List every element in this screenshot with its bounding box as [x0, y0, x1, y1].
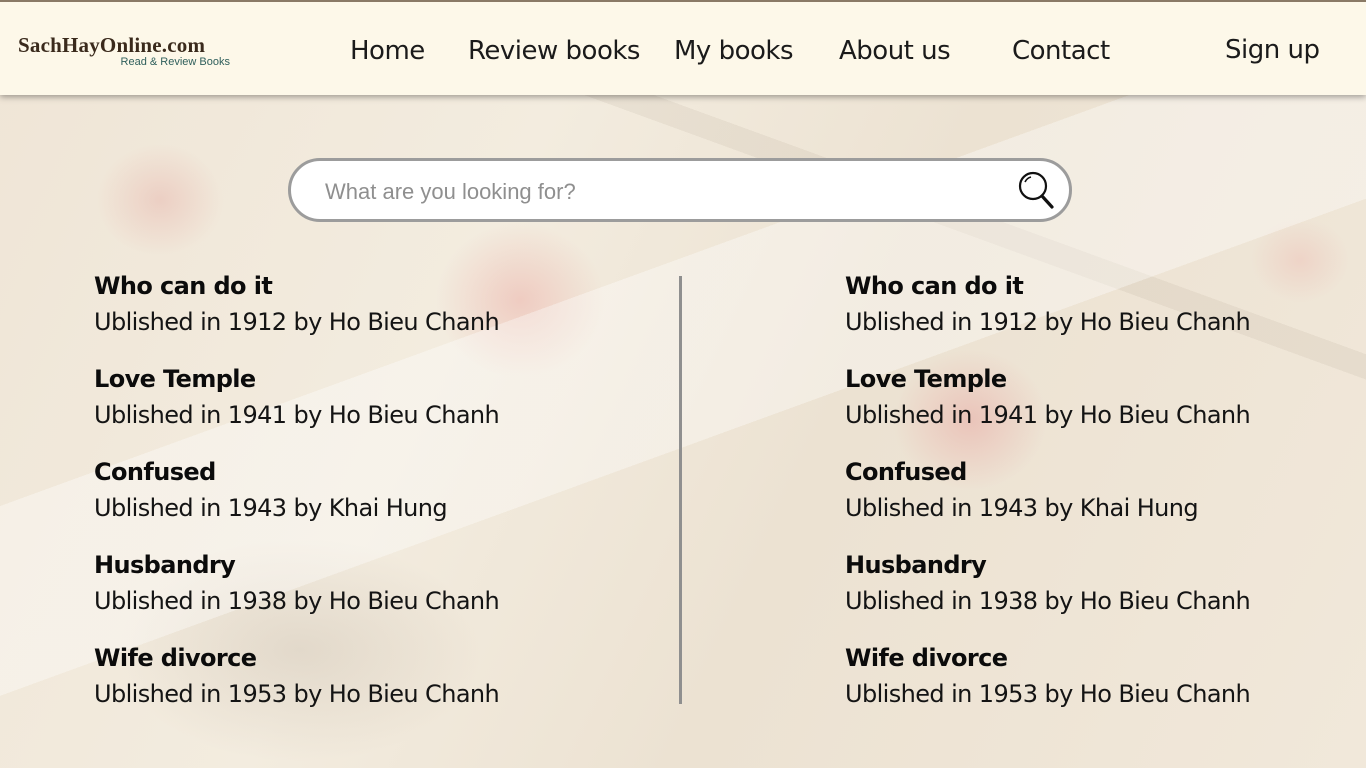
book-meta: Ublished in 1943 by Khai Hung — [94, 494, 448, 522]
book-list-left: Who can do it Ublished in 1912 by Ho Bie… — [94, 268, 614, 733]
book-item[interactable]: Husbandry Ublished in 1938 by Ho Bieu Ch… — [845, 547, 1365, 640]
book-title[interactable]: Who can do it — [94, 268, 614, 304]
book-item[interactable]: Husbandry Ublished in 1938 by Ho Bieu Ch… — [94, 547, 614, 640]
nav-my-books[interactable]: My books — [674, 34, 794, 68]
nav-contact[interactable]: Contact — [1012, 34, 1110, 68]
nav-review-books[interactable]: Review books — [468, 34, 640, 68]
book-item[interactable]: Love Temple Ublished in 1941 by Ho Bieu … — [94, 361, 614, 454]
book-item[interactable]: Confused Ublished in 1943 by Khai Hung — [94, 454, 614, 547]
column-divider — [679, 276, 682, 704]
nav-home[interactable]: Home — [350, 34, 425, 68]
logo-title: SachHayOnline.com — [18, 33, 206, 57]
book-item[interactable]: Love Temple Ublished in 1941 by Ho Bieu … — [845, 361, 1365, 454]
book-meta: Ublished in 1943 by Khai Hung — [845, 494, 1199, 522]
signup-link[interactable]: Sign up — [1225, 33, 1320, 67]
book-item[interactable]: Confused Ublished in 1943 by Khai Hung — [845, 454, 1365, 547]
book-meta: Ublished in 1938 by Ho Bieu Chanh — [94, 587, 500, 615]
book-meta: Ublished in 1953 by Ho Bieu Chanh — [845, 680, 1251, 708]
book-meta: Ublished in 1953 by Ho Bieu Chanh — [94, 680, 500, 708]
book-title[interactable]: Love Temple — [94, 361, 614, 397]
book-meta: Ublished in 1938 by Ho Bieu Chanh — [845, 587, 1251, 615]
book-title[interactable]: Husbandry — [94, 547, 614, 583]
book-meta: Ublished in 1941 by Ho Bieu Chanh — [94, 401, 500, 429]
book-item[interactable]: Wife divorce Ublished in 1953 by Ho Bieu… — [94, 640, 614, 733]
logo-subtitle: Read & Review Books — [120, 56, 230, 68]
book-title[interactable]: Confused — [845, 454, 1365, 490]
top-navbar: SachHayOnline.com Read & Review Books Ho… — [0, 0, 1366, 95]
nav-about-us[interactable]: About us — [839, 34, 951, 68]
book-list-right: Who can do it Ublished in 1912 by Ho Bie… — [845, 268, 1365, 733]
book-title[interactable]: Love Temple — [845, 361, 1365, 397]
search-input[interactable] — [323, 173, 987, 211]
search-bar — [288, 158, 1072, 222]
site-logo[interactable]: SachHayOnline.com Read & Review Books — [18, 34, 234, 68]
book-item[interactable]: Who can do it Ublished in 1912 by Ho Bie… — [845, 268, 1365, 361]
book-meta: Ublished in 1912 by Ho Bieu Chanh — [94, 308, 500, 336]
book-title[interactable]: Who can do it — [845, 268, 1365, 304]
book-title[interactable]: Husbandry — [845, 547, 1365, 583]
book-item[interactable]: Who can do it Ublished in 1912 by Ho Bie… — [94, 268, 614, 361]
book-title[interactable]: Confused — [94, 454, 614, 490]
book-title[interactable]: Wife divorce — [845, 640, 1365, 676]
search-icon[interactable] — [1017, 169, 1057, 213]
book-meta: Ublished in 1912 by Ho Bieu Chanh — [845, 308, 1251, 336]
book-item[interactable]: Wife divorce Ublished in 1953 by Ho Bieu… — [845, 640, 1365, 733]
book-meta: Ublished in 1941 by Ho Bieu Chanh — [845, 401, 1251, 429]
book-title[interactable]: Wife divorce — [94, 640, 614, 676]
